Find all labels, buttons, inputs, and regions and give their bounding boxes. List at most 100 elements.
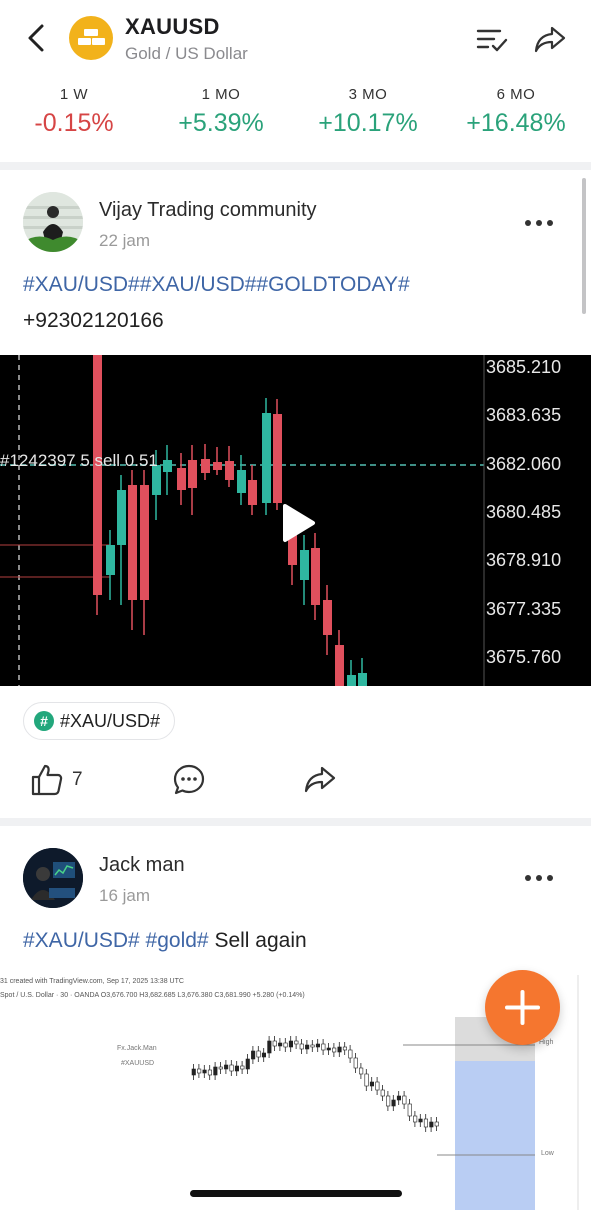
performance-value: +5.39% bbox=[178, 109, 264, 137]
image-candle bbox=[288, 1040, 294, 1048]
post-hashtags[interactable]: #XAU/USD# #gold# bbox=[23, 929, 209, 952]
image-candle bbox=[337, 1046, 342, 1053]
video-candle bbox=[225, 461, 234, 480]
video-candle bbox=[213, 462, 222, 470]
image-candle bbox=[380, 1089, 385, 1097]
image-candle bbox=[283, 1042, 288, 1048]
thumbs-up-icon bbox=[31, 764, 63, 796]
video-candle bbox=[300, 550, 309, 580]
image-candle bbox=[315, 1043, 321, 1048]
post-author[interactable]: Vijay Trading community bbox=[99, 199, 317, 222]
gold-bars-icon bbox=[69, 16, 113, 60]
image-candle bbox=[267, 1040, 272, 1054]
image-candle bbox=[375, 1081, 380, 1091]
performance-label: 1 W bbox=[59, 86, 89, 103]
image-candle bbox=[386, 1095, 391, 1107]
image-candle bbox=[413, 1115, 418, 1123]
video-candle bbox=[237, 470, 246, 493]
performance-bar: 1 W -0.15% 1 MO +5.39% 3 MO +10.17% 6 MO… bbox=[0, 86, 591, 148]
share-post-button[interactable] bbox=[303, 760, 337, 800]
comment-button[interactable] bbox=[172, 760, 206, 800]
home-indicator[interactable] bbox=[190, 1190, 402, 1197]
topic-chip[interactable]: # #XAU/USD# bbox=[23, 702, 176, 740]
chevron-left-icon[interactable] bbox=[18, 18, 58, 58]
image-candle bbox=[207, 1069, 212, 1076]
performance-value: -0.15% bbox=[34, 109, 114, 137]
price-level-label: 3677.335 bbox=[486, 598, 562, 619]
video-candle bbox=[128, 485, 137, 600]
image-candle bbox=[391, 1099, 396, 1107]
page-subtitle: Gold / US Dollar bbox=[125, 44, 248, 63]
image-candle bbox=[332, 1047, 337, 1053]
more-options-icon[interactable] bbox=[525, 218, 557, 228]
plus-icon bbox=[505, 990, 540, 1025]
create-post-button[interactable] bbox=[485, 970, 560, 1045]
image-candle bbox=[240, 1065, 245, 1070]
topic-chip-label: #XAU/USD# bbox=[60, 710, 161, 731]
image-candle bbox=[229, 1064, 234, 1072]
image-candle bbox=[342, 1046, 348, 1051]
order-label: #1242397 5 sell 0.51 bbox=[0, 451, 158, 470]
video-candle bbox=[117, 490, 126, 545]
post-body: +92302120166 bbox=[23, 309, 164, 332]
section-divider bbox=[0, 162, 591, 170]
performance-6mo[interactable]: 6 MO +16.48% bbox=[446, 86, 586, 138]
performance-value: +16.48% bbox=[466, 109, 566, 137]
comment-icon bbox=[173, 764, 205, 795]
video-candle bbox=[93, 355, 102, 595]
image-candle bbox=[278, 1042, 283, 1047]
image-candle bbox=[234, 1065, 239, 1072]
list-check-icon[interactable] bbox=[474, 22, 510, 56]
performance-value: +10.17% bbox=[318, 109, 418, 137]
post-author[interactable]: Jack man bbox=[99, 854, 185, 877]
post-text: #XAU/USD# #gold# Sell again bbox=[23, 929, 307, 953]
image-candle bbox=[321, 1043, 326, 1051]
like-button[interactable]: 7 bbox=[30, 760, 83, 800]
image-candle bbox=[326, 1047, 331, 1051]
video-candle bbox=[106, 545, 115, 575]
image-candle bbox=[213, 1066, 218, 1076]
video-candle bbox=[347, 675, 356, 686]
video-candle bbox=[262, 413, 271, 503]
chart-label-low: Low bbox=[541, 1150, 554, 1157]
hashtag-icon: # bbox=[34, 711, 54, 731]
post-time: 16 jam bbox=[99, 886, 151, 905]
performance-label: 6 MO bbox=[496, 86, 536, 103]
avatar[interactable] bbox=[23, 192, 83, 252]
post-time: 22 jam bbox=[99, 231, 151, 250]
page-title: XAUUSD bbox=[125, 14, 220, 39]
video-candle bbox=[311, 548, 320, 605]
post-body: Sell again bbox=[214, 929, 307, 952]
image-candle bbox=[359, 1067, 364, 1075]
image-candle bbox=[299, 1043, 304, 1050]
post-hashtags[interactable]: #XAU/USD##XAU/USD##GOLDTODAY# bbox=[23, 273, 410, 297]
image-candle bbox=[272, 1040, 277, 1047]
image-candle bbox=[305, 1044, 310, 1050]
image-candle bbox=[348, 1049, 353, 1059]
video-candle bbox=[140, 485, 149, 600]
video-candle bbox=[188, 460, 197, 488]
image-candle bbox=[423, 1118, 429, 1128]
performance-label: 3 MO bbox=[348, 86, 388, 103]
image-candle bbox=[434, 1121, 439, 1127]
image-candle bbox=[294, 1040, 299, 1045]
avatar[interactable] bbox=[23, 848, 83, 908]
play-icon[interactable] bbox=[277, 503, 317, 543]
share-arrow-icon[interactable] bbox=[532, 22, 568, 56]
performance-3mo[interactable]: 3 MO +10.17% bbox=[298, 86, 438, 138]
performance-1mo[interactable]: 1 MO +5.39% bbox=[151, 86, 291, 138]
video-candle bbox=[273, 414, 282, 503]
image-candle bbox=[396, 1095, 402, 1101]
video-candle bbox=[335, 645, 344, 686]
performance-1w[interactable]: 1 W -0.15% bbox=[4, 86, 144, 138]
performance-label: 1 MO bbox=[201, 86, 241, 103]
video-candle bbox=[177, 468, 186, 490]
video-candle bbox=[323, 600, 332, 635]
image-candle bbox=[369, 1081, 375, 1087]
image-candle bbox=[418, 1118, 423, 1123]
video-candle bbox=[163, 460, 172, 472]
more-options-icon[interactable] bbox=[525, 873, 557, 883]
scrollbar[interactable] bbox=[582, 178, 586, 314]
video-candle bbox=[201, 459, 210, 473]
image-candle bbox=[245, 1058, 250, 1070]
